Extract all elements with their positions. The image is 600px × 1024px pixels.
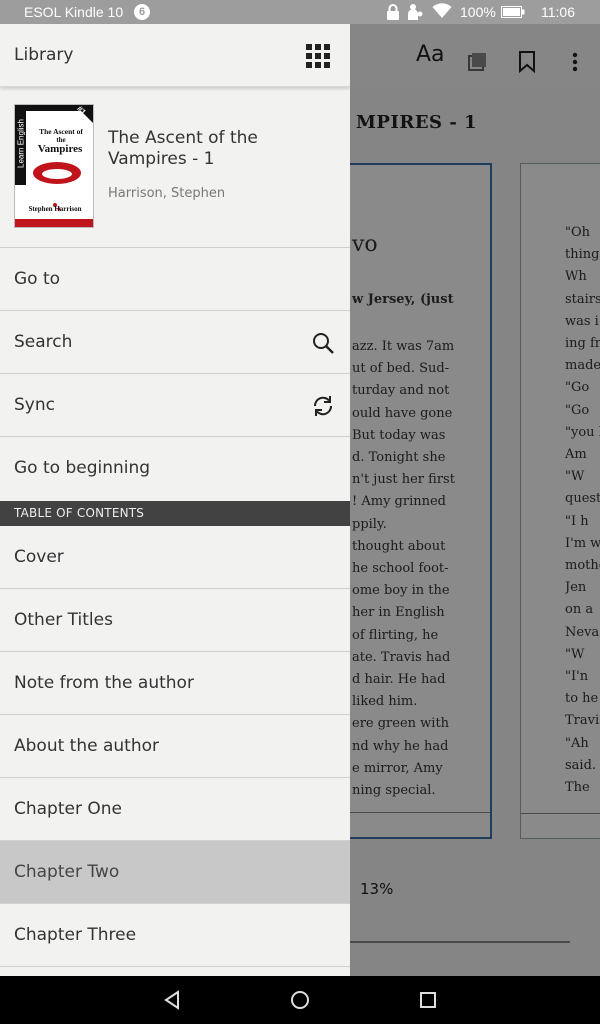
toc-item-cover[interactable]: Cover bbox=[0, 526, 350, 589]
recents-icon[interactable] bbox=[416, 988, 440, 1012]
toc-item-label: Chapter Three bbox=[14, 925, 137, 945]
menu-item-label: Go to beginning bbox=[14, 458, 151, 478]
book-author: Harrison, Stephen bbox=[108, 186, 226, 201]
book-title: The Ascent of the Vampires - 1 bbox=[108, 128, 258, 169]
toc-header: TABLE OF CONTENTS bbox=[0, 501, 350, 526]
cover-title-line3: Vampires bbox=[37, 143, 83, 155]
battery-icon bbox=[501, 6, 525, 18]
cover-title-line1: The Ascent of bbox=[39, 127, 83, 136]
clock: 11:06 bbox=[541, 4, 575, 20]
toc-item-label: Cover bbox=[14, 547, 64, 567]
drawer-header: Library bbox=[0, 24, 350, 87]
library-link[interactable]: Library bbox=[14, 45, 73, 65]
system-nav-bar bbox=[0, 976, 600, 1024]
toc-item-chapter-one[interactable]: Chapter One bbox=[0, 778, 350, 841]
cover-author: Stephen Harrison bbox=[28, 205, 82, 213]
navigation-drawer: Library Learn English #1 The Ascent of t… bbox=[0, 24, 350, 976]
grid-icon[interactable] bbox=[304, 42, 332, 70]
toc-item-label: Chapter One bbox=[14, 799, 122, 819]
back-icon[interactable] bbox=[160, 988, 184, 1012]
toc-item-about-author[interactable]: About the author bbox=[0, 715, 350, 778]
toc-item-label: Chapter Two bbox=[14, 862, 120, 882]
menu-item-label: Search bbox=[14, 332, 73, 352]
toc-item-label: Other Titles bbox=[14, 610, 113, 630]
toc-item-chapter-two[interactable]: Chapter Two bbox=[0, 841, 350, 904]
status-bar: ESOL Kindle 10 6 100% 11:06 bbox=[0, 0, 600, 24]
menu-item-label: Sync bbox=[14, 395, 55, 415]
lock-icon bbox=[387, 4, 399, 20]
toc-item-other-titles[interactable]: Other Titles bbox=[0, 589, 350, 652]
toc-item-chapter-three[interactable]: Chapter Three bbox=[0, 904, 350, 967]
menu-go-to-beginning[interactable]: Go to beginning bbox=[0, 437, 350, 501]
notification-count-badge: 6 bbox=[134, 4, 150, 20]
device-name: ESOL Kindle 10 bbox=[24, 4, 124, 20]
book-cover: Learn English #1 The Ascent of the Vampi… bbox=[14, 104, 94, 228]
search-icon bbox=[313, 333, 334, 354]
home-icon[interactable] bbox=[288, 988, 312, 1012]
toc-item-label: Note from the author bbox=[14, 673, 194, 693]
menu-item-label: Go to bbox=[14, 269, 61, 289]
menu-sync[interactable]: Sync bbox=[0, 374, 350, 437]
sync-icon bbox=[313, 396, 333, 416]
cover-series-tag: Learn English bbox=[16, 119, 26, 168]
menu-search[interactable]: Search bbox=[0, 311, 350, 374]
battery-percent: 100% bbox=[460, 4, 496, 20]
toc-item-label: About the author bbox=[14, 736, 159, 756]
wifi-icon bbox=[432, 3, 452, 18]
book-info[interactable]: Learn English #1 The Ascent of the Vampi… bbox=[0, 88, 350, 248]
menu-go-to[interactable]: Go to bbox=[0, 248, 350, 311]
toc-header-label: TABLE OF CONTENTS bbox=[14, 506, 145, 520]
child-profile-icon bbox=[408, 4, 423, 20]
toc-item-note-from-author[interactable]: Note from the author bbox=[0, 652, 350, 715]
